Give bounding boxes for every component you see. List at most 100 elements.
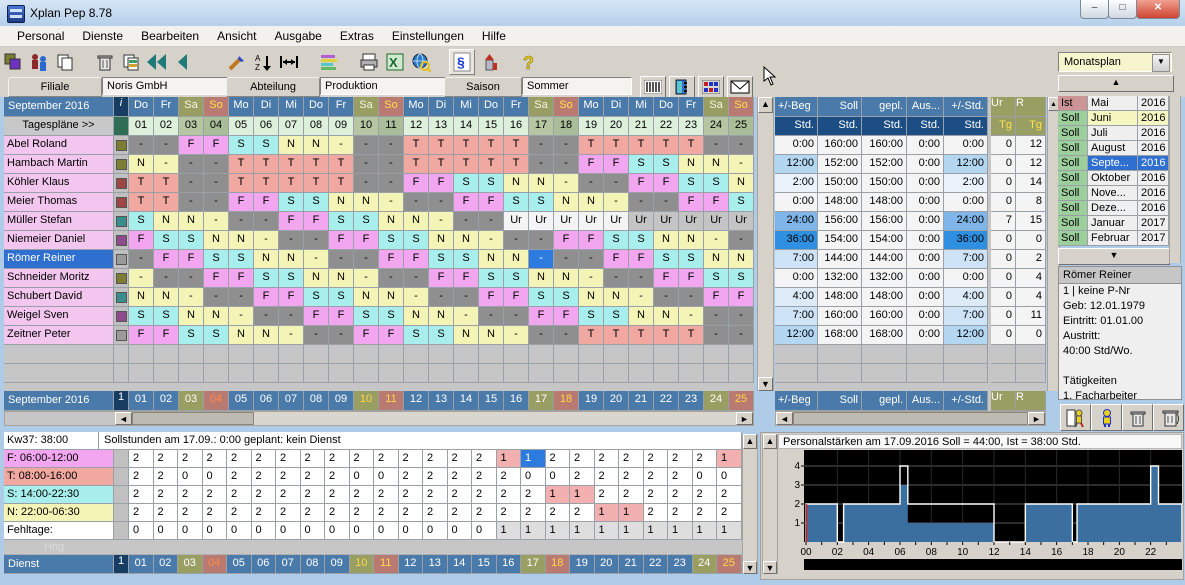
month-year-cell[interactable]: 2016 [1138, 126, 1169, 141]
tagesplaene-label[interactable]: Tagespläne >> [4, 117, 114, 136]
shift-cell[interactable]: N [279, 136, 304, 155]
menu-item-ausgabe[interactable]: Ausgabe [265, 27, 330, 45]
shift-cell[interactable]: S [479, 174, 504, 193]
employee-name[interactable]: Köhler Klaus [4, 174, 114, 193]
shift-cell[interactable]: - [579, 269, 604, 288]
bottom-day-number[interactable]: 24 [704, 391, 729, 411]
shift-cell[interactable]: - [229, 307, 254, 326]
scroll-up-icon[interactable]: ▲ [743, 434, 757, 449]
day-number-header[interactable]: 15 [479, 117, 504, 136]
shift-cell[interactable]: T [254, 155, 279, 174]
employee-name[interactable]: Schneider Moritz [4, 269, 114, 288]
menu-item-hilfe[interactable]: Hilfe [473, 27, 515, 45]
sort-az-icon[interactable]: AZ [251, 50, 275, 74]
shift-cell[interactable]: N [179, 212, 204, 231]
shift-cell[interactable]: Ur [704, 212, 729, 231]
day-name-header[interactable]: Do [304, 97, 329, 117]
hours-col-header-bottom[interactable]: +/-Std. [944, 391, 988, 411]
shift-cell[interactable]: - [179, 155, 204, 174]
shift-cell[interactable]: - [679, 288, 704, 307]
bottom-day-number[interactable]: 19 [579, 391, 604, 411]
shift-cell[interactable]: F [229, 269, 254, 288]
shift-cell[interactable]: N [504, 250, 529, 269]
day-number-header[interactable]: 10 [354, 117, 379, 136]
shift-cell[interactable]: - [329, 136, 354, 155]
dienst-day-number[interactable]: 25 [717, 555, 742, 574]
shift-cell[interactable]: F [554, 231, 579, 250]
shift-cell[interactable]: F [404, 174, 429, 193]
shift-cell[interactable]: - [429, 288, 454, 307]
month-year-cell[interactable]: 2017 [1138, 216, 1169, 231]
shift-cell[interactable]: - [529, 231, 554, 250]
month-year-cell[interactable]: 2016 [1138, 171, 1169, 186]
dienst-day-number[interactable]: 21 [619, 555, 644, 574]
day-number-header[interactable]: 19 [579, 117, 604, 136]
shift-cell[interactable]: N [529, 269, 554, 288]
shift-cell[interactable]: N [354, 288, 379, 307]
shift-cell[interactable]: N [579, 288, 604, 307]
shift-cell[interactable]: - [129, 136, 154, 155]
shift-cell[interactable]: T [154, 193, 179, 212]
shift-cell[interactable]: S [129, 307, 154, 326]
shift-cell[interactable]: F [354, 326, 379, 345]
shift-cell[interactable]: F [479, 288, 504, 307]
dienst-day-number[interactable]: 08 [301, 555, 326, 574]
shift-cell[interactable]: F [179, 250, 204, 269]
day-name-header[interactable]: Sa [529, 97, 554, 117]
shift-cell[interactable]: N [304, 136, 329, 155]
copy-plan-icon[interactable] [119, 50, 143, 74]
shift-cell[interactable]: N [679, 231, 704, 250]
shift-cell[interactable]: S [404, 231, 429, 250]
shift-cell[interactable]: S [729, 193, 754, 212]
dienst-day-number[interactable]: 13 [423, 555, 448, 574]
day-number-header[interactable]: 14 [454, 117, 479, 136]
day-number-header[interactable]: 11 [379, 117, 404, 136]
shift-cell[interactable]: - [329, 326, 354, 345]
employee-name[interactable]: Römer Reiner [4, 250, 114, 269]
shift-cell[interactable]: - [204, 174, 229, 193]
shift-cell[interactable]: F [304, 212, 329, 231]
shift-cell[interactable]: - [554, 136, 579, 155]
shift-cell[interactable]: S [129, 212, 154, 231]
month-name-cell[interactable]: Nove... [1088, 186, 1138, 201]
shift-cell[interactable]: S [704, 269, 729, 288]
month-list-row[interactable]: SollSepte...2016 [1058, 156, 1169, 171]
shift-cell[interactable]: - [429, 212, 454, 231]
shift-cell[interactable]: S [204, 250, 229, 269]
shift-cell[interactable]: S [629, 231, 654, 250]
month-type-cell[interactable]: Ist [1058, 96, 1088, 111]
menu-item-extras[interactable]: Extras [331, 27, 383, 45]
hours-col-header-bottom[interactable]: Aus... [907, 391, 944, 411]
shift-cell[interactable]: F [429, 269, 454, 288]
bottom-day-number[interactable]: 23 [679, 391, 704, 411]
shift-cell[interactable]: F [629, 174, 654, 193]
shift-cell[interactable]: - [479, 212, 504, 231]
shift-cell[interactable]: N [579, 193, 604, 212]
shift-cell[interactable]: - [429, 193, 454, 212]
shift-cell[interactable]: N [654, 307, 679, 326]
scroll-left-icon[interactable]: ◄ [776, 412, 793, 425]
dienst-day-number[interactable]: 20 [595, 555, 620, 574]
dienst-day-number[interactable]: 16 [497, 555, 522, 574]
shift-cell[interactable]: N [704, 155, 729, 174]
month-type-cell[interactable]: Soll [1058, 231, 1088, 246]
shift-cell[interactable]: N [329, 269, 354, 288]
shift-cell[interactable]: N [654, 231, 679, 250]
month-list-row[interactable]: SollAugust2016 [1058, 141, 1169, 156]
shift-cell[interactable]: N [404, 307, 429, 326]
dienst-day-number[interactable]: 12 [399, 555, 424, 574]
shift-cell[interactable]: N [729, 250, 754, 269]
shift-cell[interactable]: S [254, 136, 279, 155]
shift-cell[interactable]: N [229, 326, 254, 345]
shift-cell[interactable]: S [654, 155, 679, 174]
shift-cell[interactable]: F [129, 326, 154, 345]
view-mode-select[interactable]: Monatsplan ▼ [1058, 52, 1172, 72]
bottom-day-number[interactable]: 25 [729, 391, 754, 411]
month-list-row[interactable]: IstMai2016 [1058, 96, 1169, 111]
menu-item-personal[interactable]: Personal [8, 27, 73, 45]
shift-cell[interactable]: F [254, 193, 279, 212]
shift-cell[interactable]: T [654, 326, 679, 345]
shift-cell[interactable]: F [579, 155, 604, 174]
shift-cell[interactable]: T [254, 174, 279, 193]
employee-name[interactable]: Meier Thomas [4, 193, 114, 212]
